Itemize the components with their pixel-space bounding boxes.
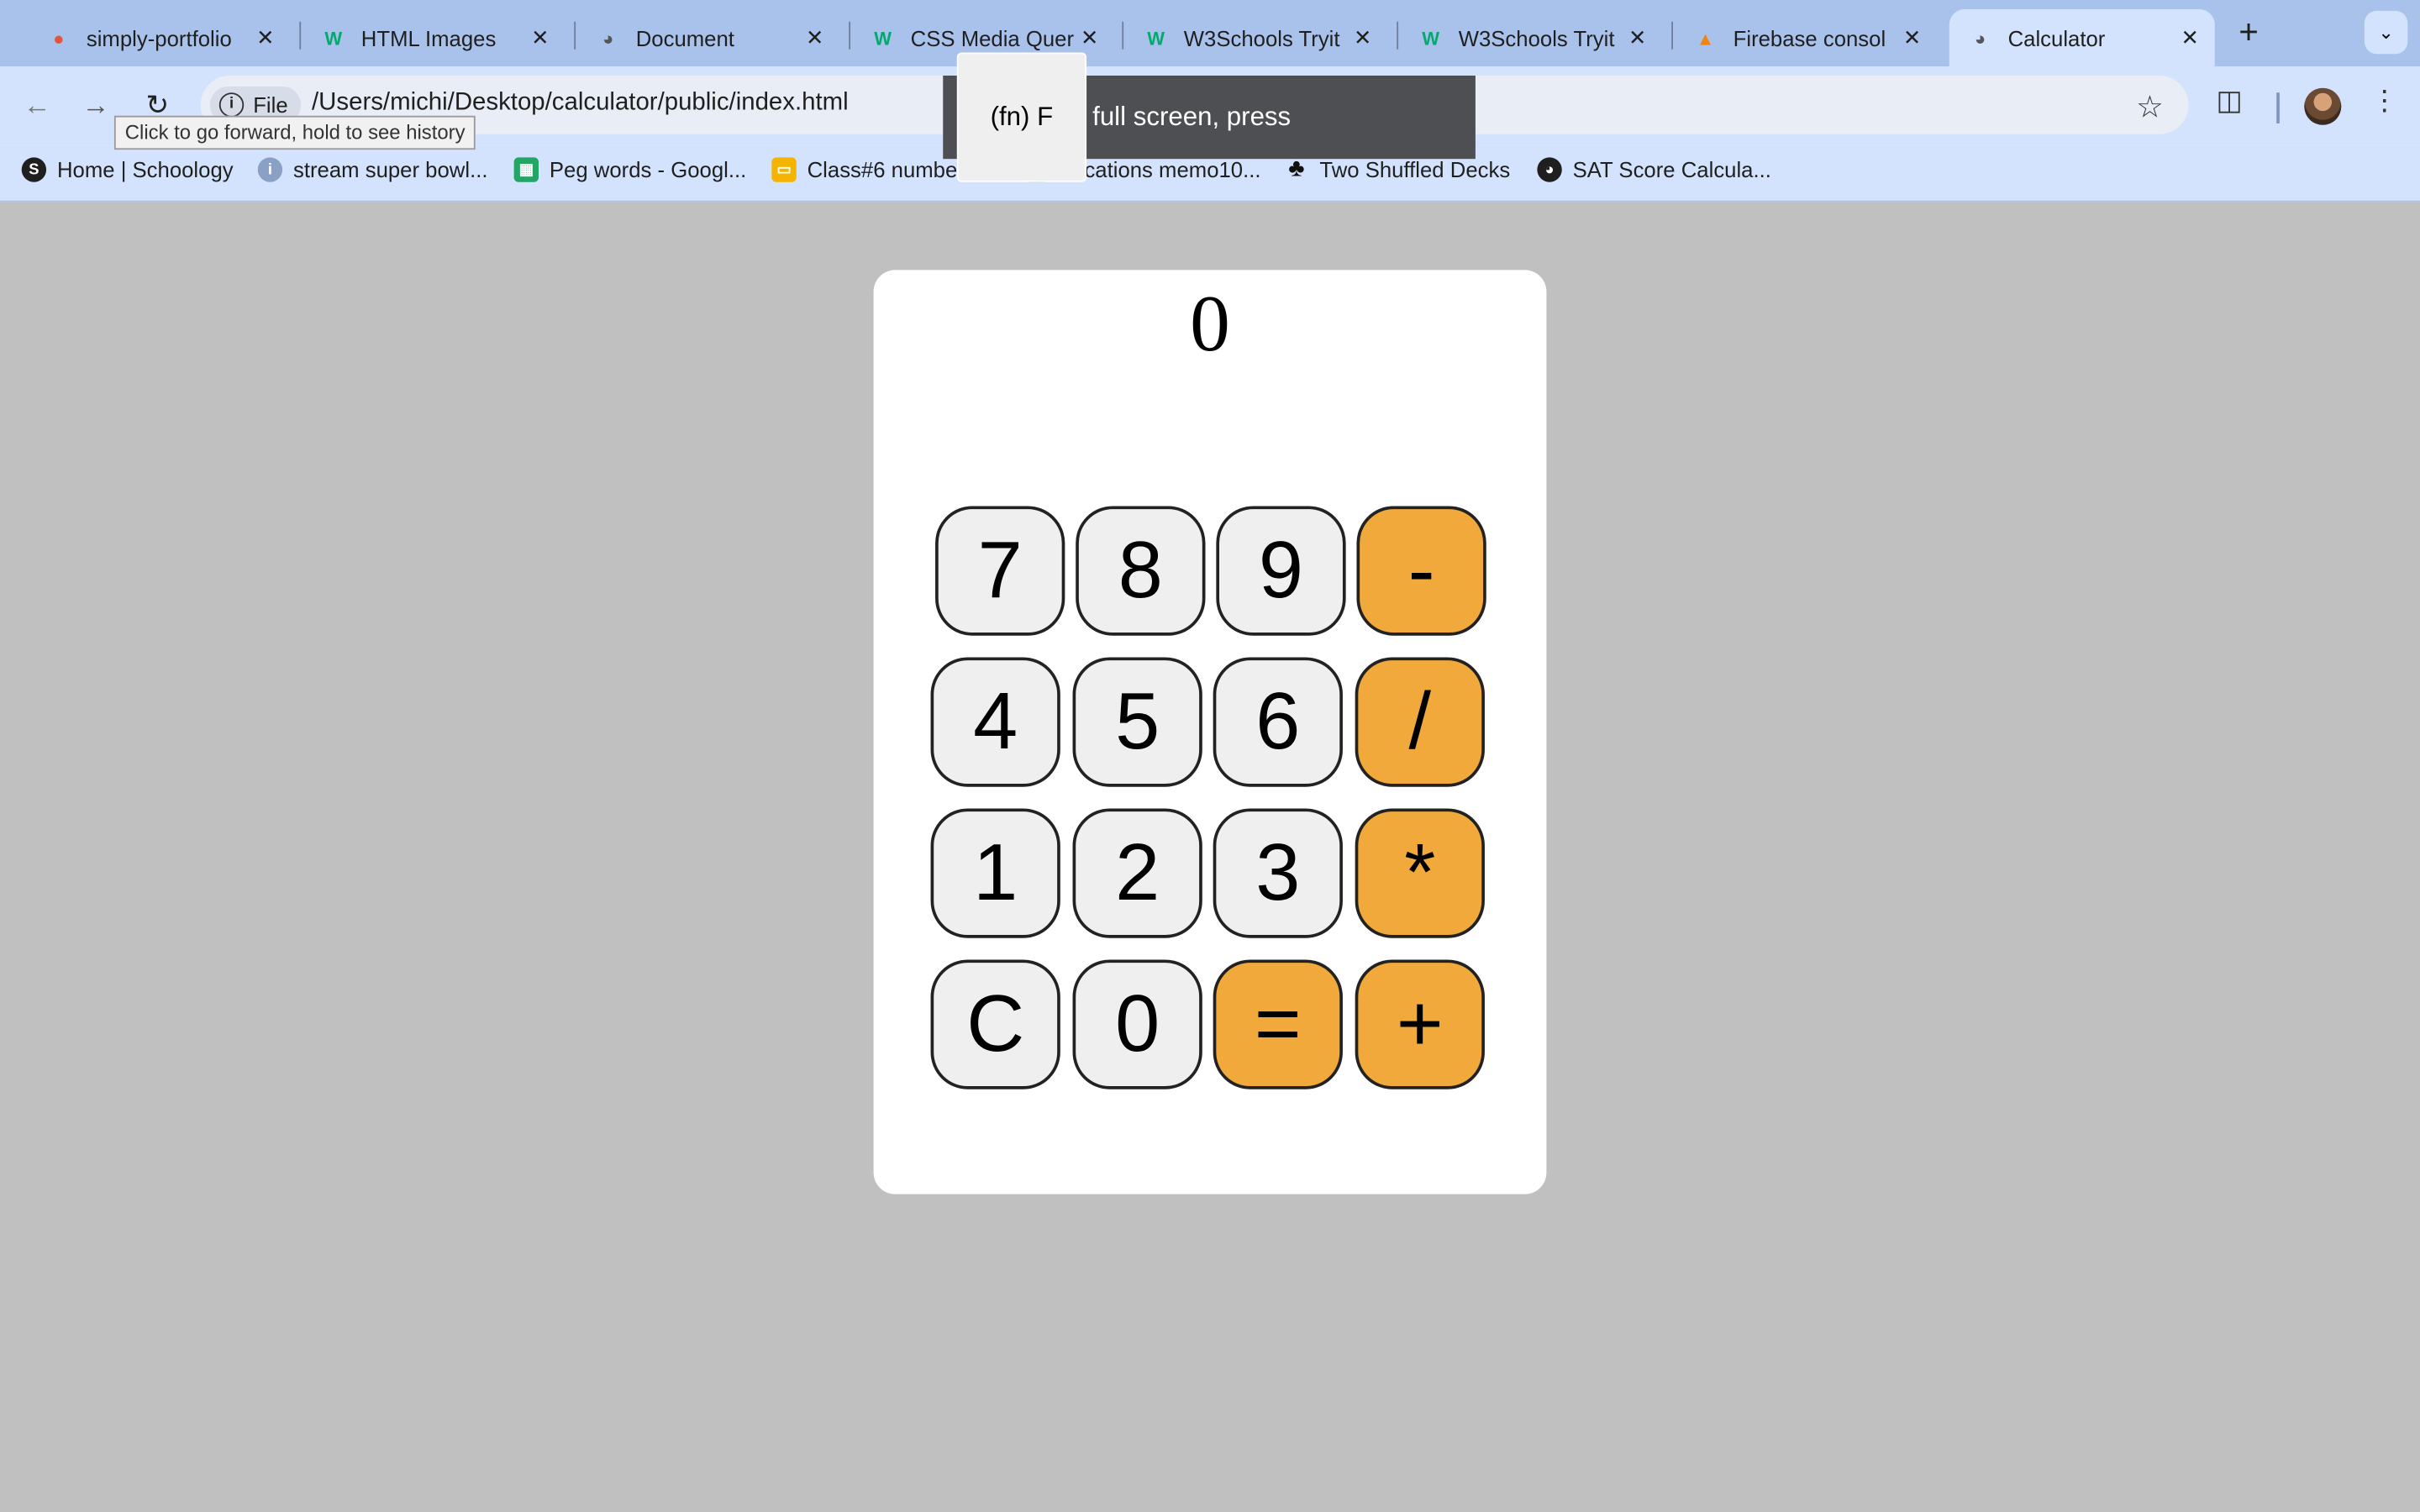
kebab-menu-icon[interactable]: ⋮ <box>2370 85 2398 118</box>
tab-simply-portfolio[interactable]: ● simply-portfolio ✕ <box>28 9 290 66</box>
fullscreen-toast: To exit full screen, press (fn) F <box>943 52 1476 182</box>
tab-firebase-console[interactable]: ▲ Firebase consol ✕ <box>1675 9 1937 66</box>
calculator-display: 0 <box>1190 281 1230 369</box>
tab-strip: ● simply-portfolio ✕ W HTML Images ✕ ◕ D… <box>0 0 2420 66</box>
key-9[interactable]: 9 <box>1216 506 1346 636</box>
globe-icon: ◕ <box>1537 157 1562 182</box>
tab-title: W3Schools Tryit <box>1183 25 1340 50</box>
sheets-icon: ▦ <box>513 157 539 182</box>
key-8[interactable]: 8 <box>1076 506 1206 636</box>
key-5[interactable]: 5 <box>1072 657 1202 787</box>
forward-tooltip: Click to go forward, hold to see history <box>113 115 476 150</box>
arrow-right-icon: → <box>82 89 110 121</box>
close-icon[interactable]: ✕ <box>524 24 555 50</box>
key-add[interactable]: + <box>1355 959 1485 1089</box>
bookmark-label: Home | Schoology <box>56 157 234 182</box>
key-4[interactable]: 4 <box>930 657 1060 787</box>
tab-w3schools-tryit-1[interactable]: W W3Schools Tryit ✕ <box>1125 9 1387 66</box>
slides-icon: ▭ <box>771 157 797 182</box>
key-1[interactable]: 1 <box>930 808 1060 938</box>
bookmark-stream-super-bowl[interactable]: i stream super bowl... <box>257 157 488 182</box>
w3schools-icon: W <box>874 27 892 49</box>
tab-title: W3Schools Tryit <box>1458 25 1615 50</box>
key-3[interactable]: 3 <box>1213 808 1343 938</box>
back-button[interactable]: ← <box>17 85 57 125</box>
globe-icon: ◕ <box>602 27 614 49</box>
tab-document[interactable]: ◕ Document ✕ <box>577 9 839 66</box>
tab-separator <box>299 21 302 50</box>
tab-separator <box>1671 21 1674 50</box>
tab-calculator[interactable]: ◕ Calculator ✕ <box>1949 9 2215 66</box>
info-icon: i <box>257 157 283 182</box>
bookmark-peg-words[interactable]: ▦ Peg words - Googl... <box>513 157 747 182</box>
avatar[interactable] <box>2304 87 2342 125</box>
toolbar-divider <box>2276 92 2280 123</box>
close-icon[interactable]: ✕ <box>1074 24 1105 50</box>
tab-separator <box>849 21 851 50</box>
key-0[interactable]: 0 <box>1072 959 1202 1089</box>
tab-title: Document <box>635 25 734 50</box>
chevron-down-icon: ⌄ <box>2378 21 2394 44</box>
key-divide[interactable]: / <box>1355 657 1485 787</box>
bookmark-schoology[interactable]: S Home | Schoology <box>21 157 234 182</box>
w3schools-icon: W <box>1422 27 1440 49</box>
site-info-label: File <box>253 92 288 118</box>
key-2[interactable]: 2 <box>1072 808 1202 938</box>
new-tab-button[interactable]: + <box>2228 13 2269 55</box>
bookmark-label: Peg words - Googl... <box>549 157 747 182</box>
info-icon: i <box>218 92 245 118</box>
close-icon[interactable]: ✕ <box>1622 24 1653 50</box>
close-icon[interactable]: ✕ <box>1347 24 1378 50</box>
toast-key: (fn) F <box>956 52 1087 182</box>
close-icon[interactable]: ✕ <box>799 24 830 50</box>
tab-title: Calculator <box>2007 25 2106 50</box>
close-icon[interactable]: ✕ <box>250 24 281 50</box>
close-icon[interactable]: ✕ <box>2175 24 2206 50</box>
key-equals[interactable]: = <box>1213 959 1343 1089</box>
w3schools-icon: W <box>324 27 343 49</box>
forward-button[interactable]: → <box>76 85 116 125</box>
globe-icon: ◕ <box>1974 27 1986 49</box>
tab-w3schools-tryit-2[interactable]: W W3Schools Tryit ✕ <box>1400 9 1662 66</box>
key-subtract[interactable]: - <box>1356 506 1486 636</box>
key-clear[interactable]: C <box>930 959 1060 1089</box>
calculator: 0 7 8 9 - 4 5 6 / 1 2 3 * C 0 = + <box>873 270 1547 1194</box>
key-multiply[interactable]: * <box>1355 808 1485 938</box>
bookmark-two-shuffled-decks[interactable]: ♣ Two Shuffled Decks <box>1284 155 1511 182</box>
tab-separator <box>1122 21 1124 50</box>
tab-title: Firebase consol <box>1733 25 1886 50</box>
schoology-icon: S <box>21 157 47 182</box>
tab-search-button[interactable]: ⌄ <box>2364 10 2408 55</box>
tab-separator <box>1397 21 1399 50</box>
tab-title: simply-portfolio <box>86 25 232 50</box>
tab-title: CSS Media Quer <box>910 25 1075 50</box>
key-6[interactable]: 6 <box>1213 657 1343 787</box>
key-7[interactable]: 7 <box>935 506 1065 636</box>
arrow-left-icon: ← <box>23 89 51 121</box>
club-icon: ♣ <box>1288 155 1305 182</box>
bookmark-label: Two Shuffled Decks <box>1319 157 1511 182</box>
bookmark-label: stream super bowl... <box>292 157 488 182</box>
bookmark-label: SAT Score Calcula... <box>1572 157 1771 182</box>
bookmark-label: Locations memo10... <box>1060 157 1261 182</box>
star-icon[interactable]: ☆ <box>2136 88 2164 127</box>
url-text[interactable]: /Users/michi/Desktop/calculator/public/i… <box>312 90 849 118</box>
w3schools-icon: W <box>1147 27 1165 49</box>
tab-html-images[interactable]: W HTML Images ✕ <box>302 9 565 66</box>
tab-title: HTML Images <box>360 25 497 50</box>
figma-icon: ● <box>53 27 65 49</box>
tab-separator <box>574 21 576 50</box>
close-icon[interactable]: ✕ <box>1897 24 1928 50</box>
bookmark-sat-score[interactable]: ◕ SAT Score Calcula... <box>1537 157 1771 182</box>
firebase-icon: ▲ <box>1696 27 1715 49</box>
extensions-icon[interactable]: ◫ <box>2217 85 2243 118</box>
